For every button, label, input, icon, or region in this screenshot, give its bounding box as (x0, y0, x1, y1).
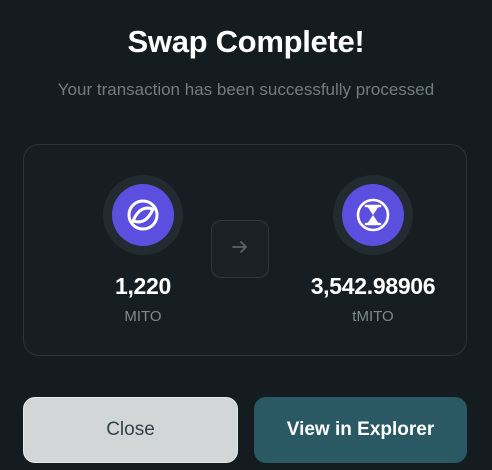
from-token-halo (103, 175, 183, 255)
from-amount: 1,220 (114, 273, 172, 299)
mito-token-icon (112, 184, 174, 246)
close-button[interactable]: Close (23, 397, 238, 463)
tmito-hourglass-token-icon (342, 184, 404, 246)
swap-summary-card: 1,220 MITO 3,542.98906 tMITO (23, 144, 467, 356)
arrow-right-icon (230, 237, 250, 262)
to-token: 3,542.98906 tMITO (273, 175, 473, 325)
to-symbol: tMITO (352, 308, 394, 325)
from-symbol: MITO (124, 308, 162, 325)
to-token-halo (333, 175, 413, 255)
view-in-explorer-button[interactable]: View in Explorer (254, 397, 467, 463)
to-amount: 3,542.98906 (310, 273, 436, 299)
swap-complete-modal: Swap Complete! Your transaction has been… (0, 0, 492, 470)
swap-direction-indicator (211, 220, 269, 278)
modal-subtitle: Your transaction has been successfully p… (57, 80, 435, 99)
modal-title: Swap Complete! (127, 24, 365, 59)
